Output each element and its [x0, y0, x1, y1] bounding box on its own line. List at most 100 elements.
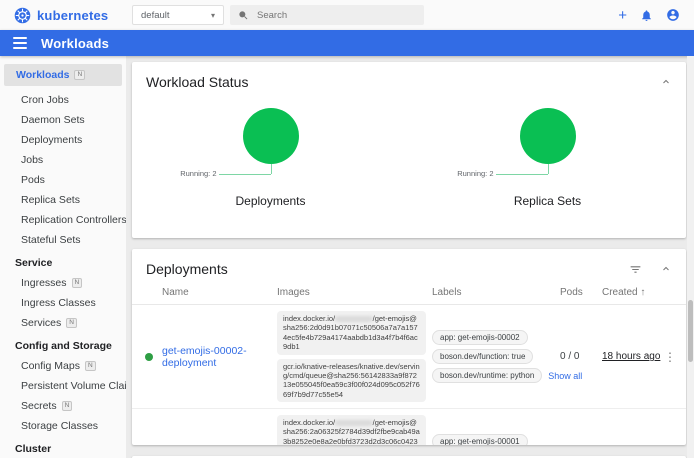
- label-chip: boson.dev/function: true: [432, 349, 533, 364]
- create-resource-button[interactable]: +: [618, 8, 627, 23]
- column-header-labels[interactable]: Labels: [432, 287, 560, 298]
- sidebar-nav: Workloads N Cron Jobs Daemon Sets Deploy…: [0, 56, 126, 458]
- sidebar-section-cluster: Cluster: [0, 436, 126, 458]
- image-chip: index.docker.io/xxxxxxxxxx/get-emojis@sh…: [277, 415, 426, 445]
- pie-slice-running[interactable]: [243, 108, 299, 164]
- deployment-name-link[interactable]: get-emojis-00002-deployment: [162, 345, 277, 369]
- sidebar-item-label: Replication Controllers: [21, 214, 126, 226]
- status-running-icon[interactable]: [145, 353, 153, 361]
- sidebar-item-ingresses[interactable]: Ingresses N: [0, 273, 126, 293]
- sidebar-item-secrets[interactable]: Secrets N: [0, 396, 126, 416]
- sidebar-item-pods[interactable]: Pods: [0, 170, 126, 190]
- sidebar-item-label: Jobs: [21, 154, 43, 166]
- column-header-name[interactable]: Name: [162, 287, 277, 298]
- pie-legend: Running: 2: [180, 169, 216, 178]
- vertical-scrollbar[interactable]: [687, 56, 694, 458]
- sidebar-item-deployments[interactable]: Deployments: [0, 130, 126, 150]
- user-account-icon[interactable]: [666, 8, 680, 22]
- sidebar-item-label: Stateful Sets: [21, 234, 81, 246]
- header-actions: +: [618, 8, 694, 23]
- sidebar-item-replica-sets[interactable]: Replica Sets: [0, 190, 126, 210]
- sidebar-section-service: Service: [0, 250, 126, 273]
- namespaced-badge: N: [72, 278, 83, 289]
- chart-title: Replica Sets: [409, 194, 686, 208]
- sidebar-item-label: Workloads: [16, 69, 69, 81]
- sort-ascending-icon: ↑: [640, 287, 645, 298]
- namespaced-badge: N: [62, 401, 73, 412]
- sidebar-item-services[interactable]: Services N: [0, 313, 126, 333]
- chart-title: Deployments: [132, 194, 409, 208]
- kubernetes-logo[interactable]: kubernetes: [0, 7, 126, 24]
- namespace-value: default: [141, 10, 170, 21]
- sidebar-item-label: Deployments: [21, 134, 82, 146]
- image-text: index.docker.io/: [283, 418, 335, 427]
- search-bar[interactable]: [230, 5, 424, 25]
- column-header-images[interactable]: Images: [277, 287, 432, 298]
- images-cell: index.docker.io/xxxxxxxxxx/get-emojis@sh…: [277, 311, 432, 402]
- column-header-pods[interactable]: Pods: [560, 287, 602, 298]
- sidebar-item-workloads[interactable]: Workloads N: [4, 64, 122, 86]
- redacted-username: xxxxxxxxxx: [335, 418, 373, 427]
- sidebar-item-ingress-classes[interactable]: Ingress Classes: [0, 293, 126, 313]
- notifications-bell-icon[interactable]: [640, 9, 653, 22]
- redacted-username: xxxxxxxxxx: [335, 314, 373, 323]
- sidebar-item-daemon-sets[interactable]: Daemon Sets: [0, 110, 126, 130]
- namespace-selector[interactable]: default ▾: [132, 5, 224, 25]
- sidebar-item-label: Replica Sets: [21, 194, 80, 206]
- sidebar-item-jobs[interactable]: Jobs: [0, 150, 126, 170]
- top-header: kubernetes default ▾ +: [0, 0, 694, 30]
- sidebar-item-cron-jobs[interactable]: Cron Jobs: [0, 90, 126, 110]
- label-chip: app: get-emojis-00001: [432, 434, 528, 445]
- collapse-chevron-up-icon[interactable]: [660, 76, 672, 88]
- show-all-link[interactable]: Show all: [548, 371, 582, 381]
- deployments-card: Deployments Name Images Labels: [132, 249, 686, 445]
- pie-slice-running[interactable]: [520, 108, 576, 164]
- workload-status-title: Workload Status: [146, 74, 248, 90]
- sidebar-item-label: Ingress Classes: [21, 297, 96, 309]
- legend-connector: [271, 164, 272, 174]
- table-row: get-emojis-00001-deployment index.docker…: [132, 409, 686, 445]
- labels-cell: app: get-emojis-00001 boson.dev/function…: [432, 434, 560, 445]
- sidebar-item-label: Services: [21, 317, 61, 329]
- sidebar-item-config-maps[interactable]: Config Maps N: [0, 356, 126, 376]
- label-chip: boson.dev/runtime: python: [432, 368, 542, 383]
- sidebar-item-label: Persistent Volume Claims: [21, 380, 126, 392]
- scrollbar-thumb[interactable]: [688, 300, 693, 362]
- page-title: Workloads: [41, 36, 109, 51]
- sidebar-item-persistent-volume-claims[interactable]: Persistent Volume Claims N: [0, 376, 126, 396]
- column-header-created[interactable]: Created ↑: [602, 287, 656, 298]
- namespaced-badge: N: [85, 361, 96, 372]
- namespaced-badge: N: [74, 70, 85, 81]
- labels-cell: app: get-emojis-00002 boson.dev/function…: [432, 330, 560, 383]
- row-menu-kebab-icon[interactable]: ⋮: [656, 350, 684, 364]
- legend-connector: [219, 174, 271, 175]
- sidebar-item-stateful-sets[interactable]: Stateful Sets: [0, 230, 126, 250]
- created-timestamp[interactable]: 18 hours ago: [602, 351, 656, 362]
- column-header-label: Created: [602, 287, 638, 298]
- deployments-title: Deployments: [146, 261, 228, 277]
- label-chip: app: get-emojis-00002: [432, 330, 528, 345]
- namespaced-badge: N: [66, 318, 77, 329]
- replica-sets-pie-chart: Running: 2 Replica Sets: [409, 98, 686, 226]
- sidebar-item-label: Daemon Sets: [21, 114, 85, 126]
- collapse-chevron-up-icon[interactable]: [660, 263, 672, 275]
- image-chip: index.docker.io/xxxxxxxxxx/get-emojis@sh…: [277, 311, 426, 355]
- table-header: Name Images Labels Pods Created ↑: [132, 285, 686, 305]
- sidebar-item-storage-classes[interactable]: Storage Classes: [0, 416, 126, 436]
- kubernetes-dashboard: kubernetes default ▾ +: [0, 0, 694, 458]
- sidebar-item-label: Storage Classes: [21, 420, 98, 432]
- sidebar-item-label: Config Maps: [21, 360, 80, 372]
- search-input[interactable]: [257, 10, 397, 21]
- search-icon: [238, 10, 249, 21]
- pie-legend: Running: 2: [457, 169, 493, 178]
- menu-hamburger-icon[interactable]: [13, 37, 27, 49]
- sidebar-item-label: Cron Jobs: [21, 94, 69, 106]
- image-text: index.docker.io/: [283, 314, 335, 323]
- sidebar-item-label: Secrets: [21, 400, 57, 412]
- pods-count: 0 / 0: [560, 351, 602, 362]
- legend-connector: [548, 164, 549, 174]
- table-row: get-emojis-00002-deployment index.docker…: [132, 305, 686, 409]
- filter-icon[interactable]: [629, 263, 642, 276]
- sidebar-item-replication-controllers[interactable]: Replication Controllers: [0, 210, 126, 230]
- image-chip: gcr.io/knative-releases/knative.dev/serv…: [277, 359, 426, 403]
